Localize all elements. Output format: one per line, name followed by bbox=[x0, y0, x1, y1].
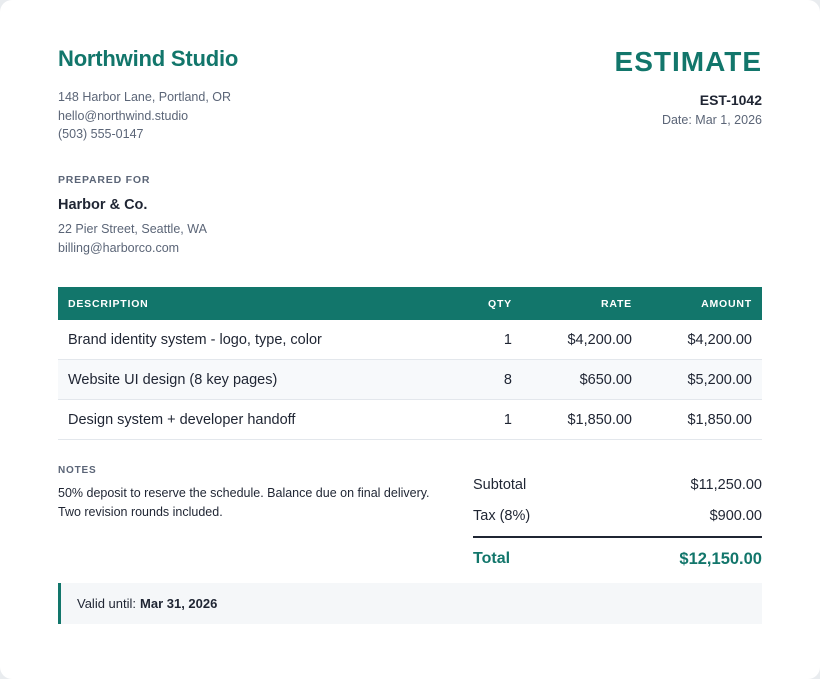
table-header-row: DESCRIPTION QTY RATE AMOUNT bbox=[58, 287, 762, 320]
estimate-document: Northwind Studio 148 Harbor Lane, Portla… bbox=[0, 0, 820, 679]
estimate-date: Date: Mar 1, 2026 bbox=[661, 113, 762, 127]
item-description: Website UI design (8 key pages) bbox=[58, 359, 432, 400]
company-name: Northwind Studio bbox=[58, 46, 239, 71]
totals-divider bbox=[473, 536, 762, 538]
total-row: Total $12,150.00 bbox=[473, 544, 762, 574]
total-value: $12,150.00 bbox=[679, 549, 762, 568]
item-qty: 1 bbox=[432, 399, 522, 440]
validity-banner: Valid until: Mar 31, 2026 bbox=[58, 583, 762, 624]
notes-text: 50% deposit to reserve the schedule. Bal… bbox=[58, 486, 430, 519]
notes-label: NOTES bbox=[58, 465, 97, 476]
prepared-for-label: PREPARED FOR bbox=[58, 174, 151, 186]
subtotal-row: Subtotal $11,250.00 bbox=[473, 469, 762, 500]
tax-value: $900.00 bbox=[709, 507, 762, 524]
header-amount: AMOUNT bbox=[642, 287, 762, 320]
valid-until-label: Valid until: bbox=[77, 596, 137, 611]
header-qty: QTY bbox=[432, 287, 522, 320]
client-name: Harbor & Co. bbox=[58, 197, 148, 213]
item-rate: $1,850.00 bbox=[522, 399, 642, 440]
tax-label: Tax (8%) bbox=[473, 507, 531, 524]
subtotal-value: $11,250.00 bbox=[690, 476, 763, 493]
header-description: DESCRIPTION bbox=[58, 287, 432, 320]
item-description: Design system + developer handoff bbox=[58, 399, 432, 440]
item-amount: $1,850.00 bbox=[642, 399, 762, 440]
client-contact: 22 Pier Street, Seattle, WA billing@harb… bbox=[58, 220, 207, 257]
item-qty: 1 bbox=[432, 320, 522, 360]
company-address: 148 Harbor Lane, Portland, OR bbox=[58, 90, 232, 104]
total-label: Total bbox=[473, 550, 511, 567]
client-email: billing@harborco.com bbox=[58, 240, 180, 255]
document-title: ESTIMATE bbox=[614, 46, 762, 77]
item-amount: $5,200.00 bbox=[642, 359, 762, 400]
item-amount: $4,200.00 bbox=[642, 320, 762, 360]
item-rate: $4,200.00 bbox=[522, 320, 642, 360]
company-contact: 148 Harbor Lane, Portland, OR hello@nort… bbox=[58, 88, 231, 144]
table-row: Brand identity system - logo, type, colo… bbox=[58, 320, 762, 360]
item-rate: $650.00 bbox=[522, 359, 642, 400]
tax-row: Tax (8%) $900.00 bbox=[473, 500, 762, 531]
subtotal-label: Subtotal bbox=[473, 476, 527, 493]
company-email: hello@northwind.studio bbox=[58, 108, 189, 123]
totals-summary: Subtotal $11,250.00 Tax (8%) $900.00 Tot… bbox=[473, 469, 762, 574]
table-row: Design system + developer handoff 1 $1,8… bbox=[58, 399, 762, 440]
item-qty: 8 bbox=[432, 359, 522, 400]
table-row: Website UI design (8 key pages) 8 $650.0… bbox=[58, 359, 762, 400]
header-rate: RATE bbox=[522, 287, 642, 320]
estimate-number: EST-1042 bbox=[699, 92, 762, 108]
item-description: Brand identity system - logo, type, colo… bbox=[58, 320, 432, 360]
valid-until-date: Mar 31, 2026 bbox=[140, 596, 218, 611]
line-items-table: DESCRIPTION QTY RATE AMOUNT Brand identi… bbox=[58, 287, 762, 440]
company-phone: (503) 555-0147 bbox=[58, 127, 144, 141]
client-address: 22 Pier Street, Seattle, WA bbox=[58, 222, 207, 236]
